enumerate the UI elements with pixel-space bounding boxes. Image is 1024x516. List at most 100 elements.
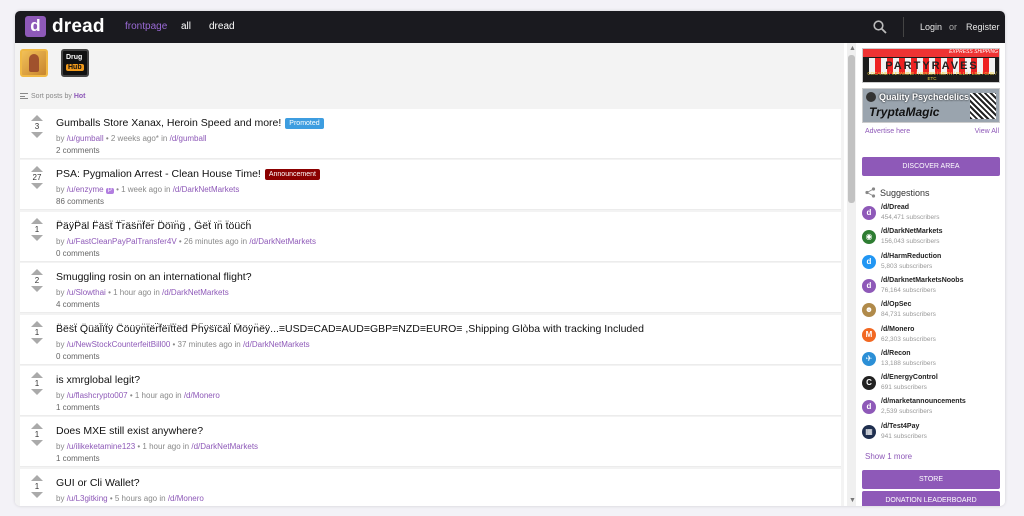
ad-links: Advertise here View All xyxy=(865,128,999,135)
partyraves-banner[interactable]: EXPRESS SHIPPING PARTYRAVES COCAINE / KE… xyxy=(862,48,1000,83)
vote-control: 1 xyxy=(30,217,44,241)
post-sub-link[interactable]: /d/Monero xyxy=(184,391,220,400)
post-row[interactable]: 3 Gumballs Store Xanax, Heroin Speed and … xyxy=(20,109,841,159)
post-author-link[interactable]: /u/flashcrypto007 xyxy=(67,391,128,400)
community-name[interactable]: /d/Monero xyxy=(881,326,914,333)
post-sub-link[interactable]: /d/Monero xyxy=(168,494,204,503)
comments-link[interactable]: 1 comments xyxy=(56,403,100,412)
search-icon[interactable] xyxy=(873,20,887,34)
sort-value[interactable]: Hot xyxy=(74,93,86,100)
vote-control: 2 xyxy=(30,269,44,293)
suggestion-item[interactable]: ✈ /d/Recon 13,188 subscribers xyxy=(862,349,1002,373)
post-row[interactable]: 2 Smuggling rosin on an international fli… xyxy=(20,263,841,314)
post-sub-link[interactable]: /d/DarkNetMarkets xyxy=(173,185,240,194)
post-row[interactable]: 1 GUI or Cli Wallet? by /u/L3gitking • 5 h… xyxy=(20,468,841,506)
comments-link[interactable]: 1 comments xyxy=(56,454,100,463)
post-title-row: P̈äÿP̈äl F̈äs̈ẗ T̈r̈äs̈n̈f̈ër̈ D̈öïn̈g̈ … xyxy=(56,220,251,232)
community-name[interactable]: /d/Test4Pay xyxy=(881,423,919,430)
post-title[interactable]: Does MXE still exist anywhere? xyxy=(56,425,203,437)
post-row[interactable]: 27 PSA: Pygmalion Arrest - Clean House Ti… xyxy=(20,160,841,211)
downvote-icon[interactable] xyxy=(31,491,43,498)
downvote-icon[interactable] xyxy=(31,183,43,190)
community-name[interactable]: /d/marketannouncements xyxy=(881,398,966,405)
suggestion-item[interactable]: d/d/HarmReduction 5,803 subscribers xyxy=(862,252,1002,276)
comments-link[interactable]: 4 comments xyxy=(56,300,100,309)
register-link[interactable]: Register xyxy=(966,22,1000,32)
post-title[interactable]: GUI or Cli Wallet? xyxy=(56,477,140,489)
community-name[interactable]: /d/HarmReduction xyxy=(881,253,941,260)
suggestion-item[interactable]: ▦ /d/Test4Pay 941 subscribers xyxy=(862,422,1002,446)
sticky-ad-2[interactable]: Drug Hub xyxy=(61,49,89,77)
nav-dread[interactable]: dread xyxy=(209,21,235,32)
post-author-link[interactable]: /u/NewStockCounterfeitBill00 xyxy=(67,340,171,349)
post-author-link[interactable]: /u/enzyme xyxy=(67,185,104,194)
login-link[interactable]: Login xyxy=(920,22,942,32)
downvote-icon[interactable] xyxy=(31,389,43,395)
post-author-link[interactable]: /u/L3gitking xyxy=(67,494,108,503)
tryptamagic-banner[interactable]: Quality Psychedelics TryptaMagic xyxy=(862,88,1000,123)
post-sub-link[interactable]: /d/DarkNetMarkets xyxy=(162,288,229,297)
show-more-link[interactable]: Show 1 more xyxy=(865,452,912,461)
post-row[interactable]: 1 P̈äÿP̈äl F̈äs̈ẗ T̈r̈äs̈n̈f̈ër̈ D̈öïn̈g̈… xyxy=(20,211,841,262)
sticky-ad-1[interactable] xyxy=(20,49,48,77)
community-name[interactable]: /d/DarkNetMarkets xyxy=(881,228,942,235)
nav-all[interactable]: all xyxy=(181,21,191,32)
post-title[interactable]: PSA: Pygmalion Arrest - Clean House Time… xyxy=(56,168,261,180)
post-sub-link[interactable]: /d/DarkNetMarkets xyxy=(243,340,310,349)
suggestion-item[interactable]: C/d/EnergyControl 691 subscribers xyxy=(862,373,1002,397)
scroll-down-icon[interactable]: ▼ xyxy=(849,497,856,504)
suggestion-item[interactable]: M/d/Monero 62,303 subscribers xyxy=(862,325,1002,349)
post-title-row: GUI or Cli Wallet? xyxy=(56,477,140,489)
byline-by: by xyxy=(56,442,65,452)
discover-area-button[interactable]: DISCOVER AREA xyxy=(862,157,1000,176)
comments-link[interactable]: 0 comments xyxy=(56,352,100,361)
suggestion-item[interactable]: d/d/DarknetMarketsNoobs 76,164 subscriber… xyxy=(862,276,1002,300)
post-sub-link[interactable]: /d/DarkNetMarkets xyxy=(249,237,316,246)
community-name[interactable]: /d/OpSec xyxy=(881,301,911,308)
store-button[interactable]: STORE xyxy=(862,470,1000,489)
downvote-icon[interactable] xyxy=(31,337,43,344)
scroll-thumb[interactable] xyxy=(848,55,855,203)
community-name[interactable]: /d/Dread xyxy=(881,204,909,211)
post-sub-link[interactable]: /d/DarkNetMarkets xyxy=(191,442,258,451)
suggestion-item[interactable]: ◉ /d/DarkNetMarkets 156,043 subscribers xyxy=(862,227,1002,251)
post-author-link[interactable]: /u/FastCleanPayPalTransfer4V xyxy=(67,237,177,246)
community-name[interactable]: /d/DarknetMarketsNoobs xyxy=(881,277,963,284)
suggestion-item[interactable]: d/d/marketannouncements 2,539 subscribers xyxy=(862,397,1002,421)
post-title[interactable]: B̈ës̈ẗ Q̈üäl̈ïẗÿ C̈öüÿn̈ẗër̈f̈ëïẗẗëd̈ P̈… xyxy=(56,323,644,335)
post-title[interactable]: Smuggling rosin on an international flig… xyxy=(56,271,252,283)
post-author-link[interactable]: /u/ilikeketamine123 xyxy=(67,442,135,451)
comments-link[interactable]: 86 comments xyxy=(56,197,104,206)
downvote-icon[interactable] xyxy=(31,132,43,138)
community-name[interactable]: /d/Recon xyxy=(881,350,911,357)
nav-frontpage[interactable]: frontpage xyxy=(125,21,167,32)
post-title[interactable]: is xmrglobal legit? xyxy=(56,374,140,386)
ad1-shipping: EXPRESS SHIPPING xyxy=(863,49,999,57)
post-row[interactable]: 1 is xmrglobal legit? by /u/flashcrypto007… xyxy=(20,366,841,416)
sort-selector[interactable]: Sort posts by Hot xyxy=(20,93,85,100)
post-score: 3 xyxy=(34,122,40,131)
post-row[interactable]: 1 Does MXE still exist anywhere? by /u/ili… xyxy=(20,417,841,468)
view-all-link[interactable]: View All xyxy=(975,128,999,135)
downvote-icon[interactable] xyxy=(31,440,43,447)
byline-by: by xyxy=(56,391,65,400)
advertise-link[interactable]: Advertise here xyxy=(865,128,910,135)
scroll-up-icon[interactable]: ▲ xyxy=(849,45,856,52)
donation-leaderboard-button[interactable]: DONATION LEADERBOARD xyxy=(862,491,1000,506)
suggestion-item[interactable]: d/d/Dread 454,471 subscribers xyxy=(862,203,1002,227)
post-row[interactable]: 1 B̈ës̈ẗ Q̈üäl̈ïẗÿ C̈öüÿn̈ẗër̈f̈ëïẗẗëd̈ P… xyxy=(20,314,841,365)
site-title[interactable]: dread xyxy=(52,16,105,38)
post-title[interactable]: P̈äÿP̈äl F̈äs̈ẗ T̈r̈äs̈n̈f̈ër̈ D̈öïn̈g̈ … xyxy=(56,220,251,232)
downvote-icon[interactable] xyxy=(31,286,43,293)
suggestion-item[interactable]: ☻ /d/OpSec 84,731 subscribers xyxy=(862,300,1002,324)
downvote-icon[interactable] xyxy=(31,234,43,241)
feed-scrollbar[interactable]: ▲ ▼ xyxy=(847,43,856,506)
post-author-link[interactable]: /u/Slowthai xyxy=(67,288,106,297)
comments-link[interactable]: 2 comments xyxy=(56,146,100,155)
post-author-link[interactable]: /u/gumball xyxy=(67,134,104,143)
post-title[interactable]: Gumballs Store Xanax, Heroin Speed and m… xyxy=(56,117,281,129)
dread-logo-icon[interactable]: d xyxy=(25,16,46,37)
comments-link[interactable]: 0 comments xyxy=(56,249,100,258)
community-name[interactable]: /d/EnergyControl xyxy=(881,374,938,381)
post-sub-link[interactable]: /d/gumball xyxy=(170,134,207,143)
